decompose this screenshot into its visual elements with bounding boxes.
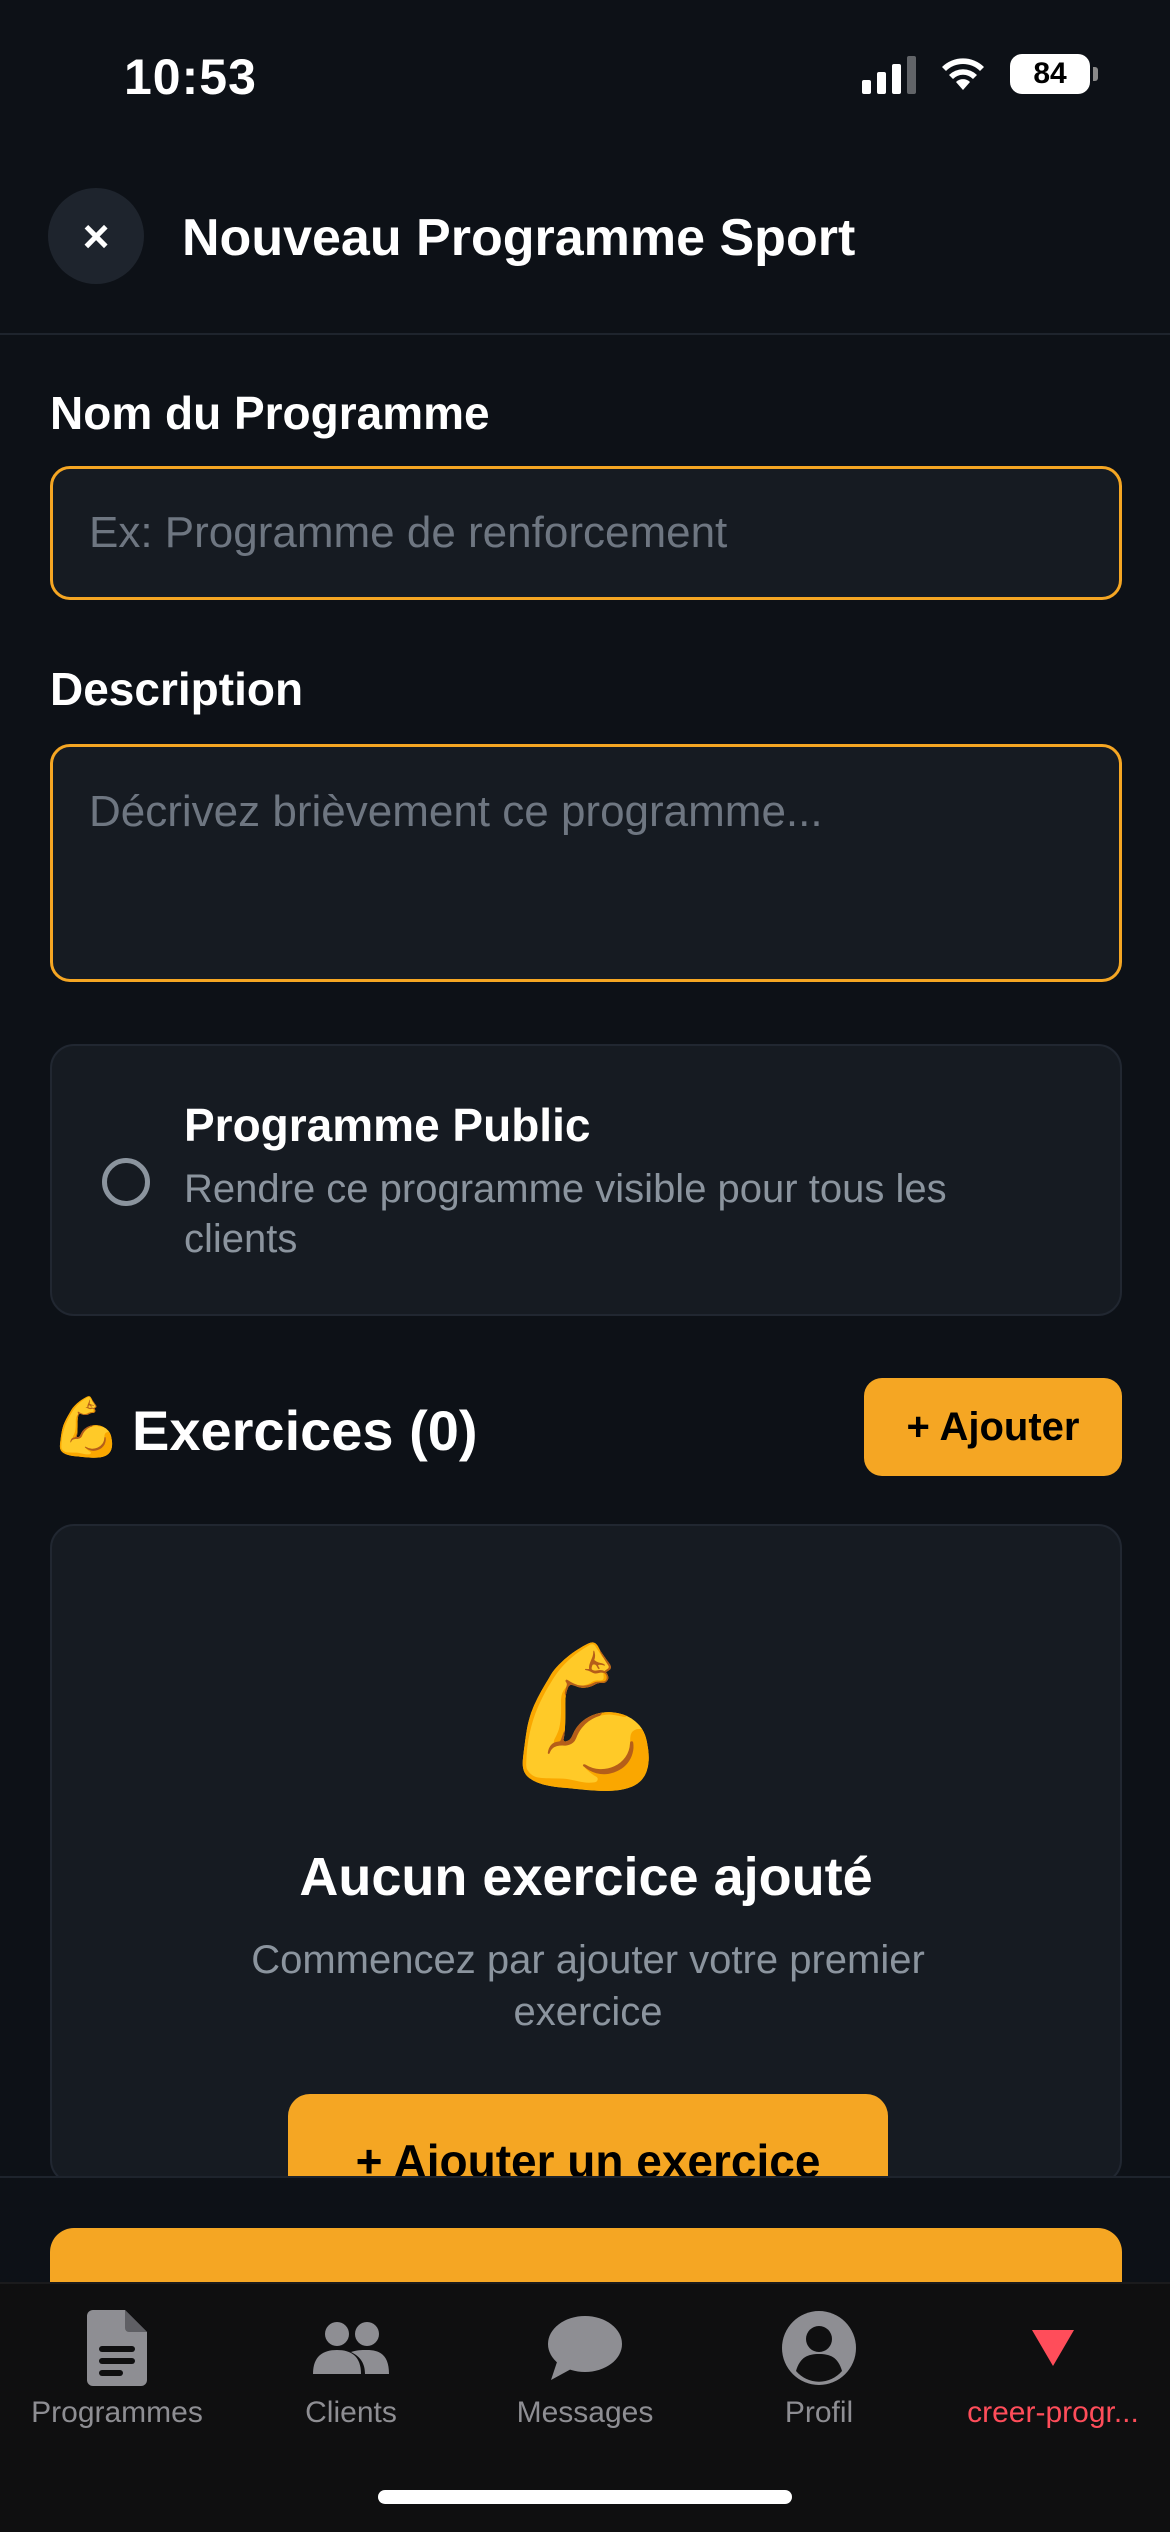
add-first-exercise-button[interactable]: + Ajouter un exercice	[288, 2094, 888, 2182]
status-time: 10:53	[124, 49, 257, 105]
empty-state-description: Commencez par ajouter votre premier exer…	[251, 1938, 925, 2034]
tab-messages[interactable]: Messages	[468, 2284, 702, 2434]
name-label: Nom du Programme	[50, 387, 490, 439]
program-name-placeholder: Ex: Programme de renforcement	[89, 508, 728, 557]
public-program-title: Programme Public	[184, 1099, 591, 1151]
header: × Nouveau Programme Sport	[0, 150, 1170, 335]
tab-creer-programme[interactable]: creer-progr...	[936, 2284, 1170, 2434]
status-bar: 10:53 84	[0, 0, 1170, 150]
tab-label: creer-progr...	[967, 2396, 1139, 2429]
wifi-icon	[942, 58, 984, 90]
status-icons: 84	[862, 54, 1098, 94]
close-icon: ×	[82, 210, 110, 262]
page-title: Nouveau Programme Sport	[182, 209, 856, 267]
add-exercise-button[interactable]: + Ajouter	[864, 1378, 1122, 1476]
battery-icon: 84	[1010, 54, 1098, 94]
public-program-description: Rendre ce programme visible pour tous le…	[184, 1167, 947, 1261]
description-placeholder: Décrivez brièvement ce programme...	[89, 787, 823, 836]
bottom-action-area	[0, 2176, 1170, 2308]
people-icon	[234, 2308, 468, 2388]
close-button[interactable]: ×	[48, 188, 144, 284]
public-radio[interactable]	[102, 1158, 150, 1206]
public-program-card[interactable]: Programme Public Rendre ce programme vis…	[50, 1044, 1122, 1316]
chat-bubble-icon	[468, 2308, 702, 2388]
home-indicator[interactable]	[378, 2490, 792, 2504]
program-name-input[interactable]: Ex: Programme de renforcement	[50, 466, 1122, 600]
user-circle-icon	[702, 2308, 936, 2388]
cellular-signal-icon	[862, 54, 916, 94]
exercises-title: Exercices (0)	[132, 1399, 478, 1462]
empty-state-title: Aucun exercice ajouté	[299, 1847, 873, 1907]
exercises-header: 💪 Exercices (0) + Ajouter	[50, 1378, 1122, 1476]
tab-label: Profil	[784, 2396, 854, 2429]
flexed-biceps-icon: 💪	[50, 1395, 123, 1460]
tab-label: Clients	[305, 2396, 397, 2429]
battery-level: 84	[1033, 57, 1067, 90]
tab-label: Programmes	[31, 2396, 203, 2429]
description-textarea[interactable]: Décrivez brièvement ce programme...	[50, 744, 1122, 982]
flexed-biceps-large-icon: 💪	[498, 1638, 674, 1795]
triangle-down-icon	[936, 2308, 1170, 2388]
tab-programmes[interactable]: Programmes	[0, 2284, 234, 2434]
tab-profil[interactable]: Profil	[702, 2284, 936, 2434]
exercises-empty-state: 💪 Aucun exercice ajouté Commencez par aj…	[50, 1524, 1122, 2184]
description-label: Description	[50, 663, 304, 715]
document-icon	[0, 2308, 234, 2388]
tab-label: Messages	[516, 2396, 654, 2429]
tab-clients[interactable]: Clients	[234, 2284, 468, 2434]
